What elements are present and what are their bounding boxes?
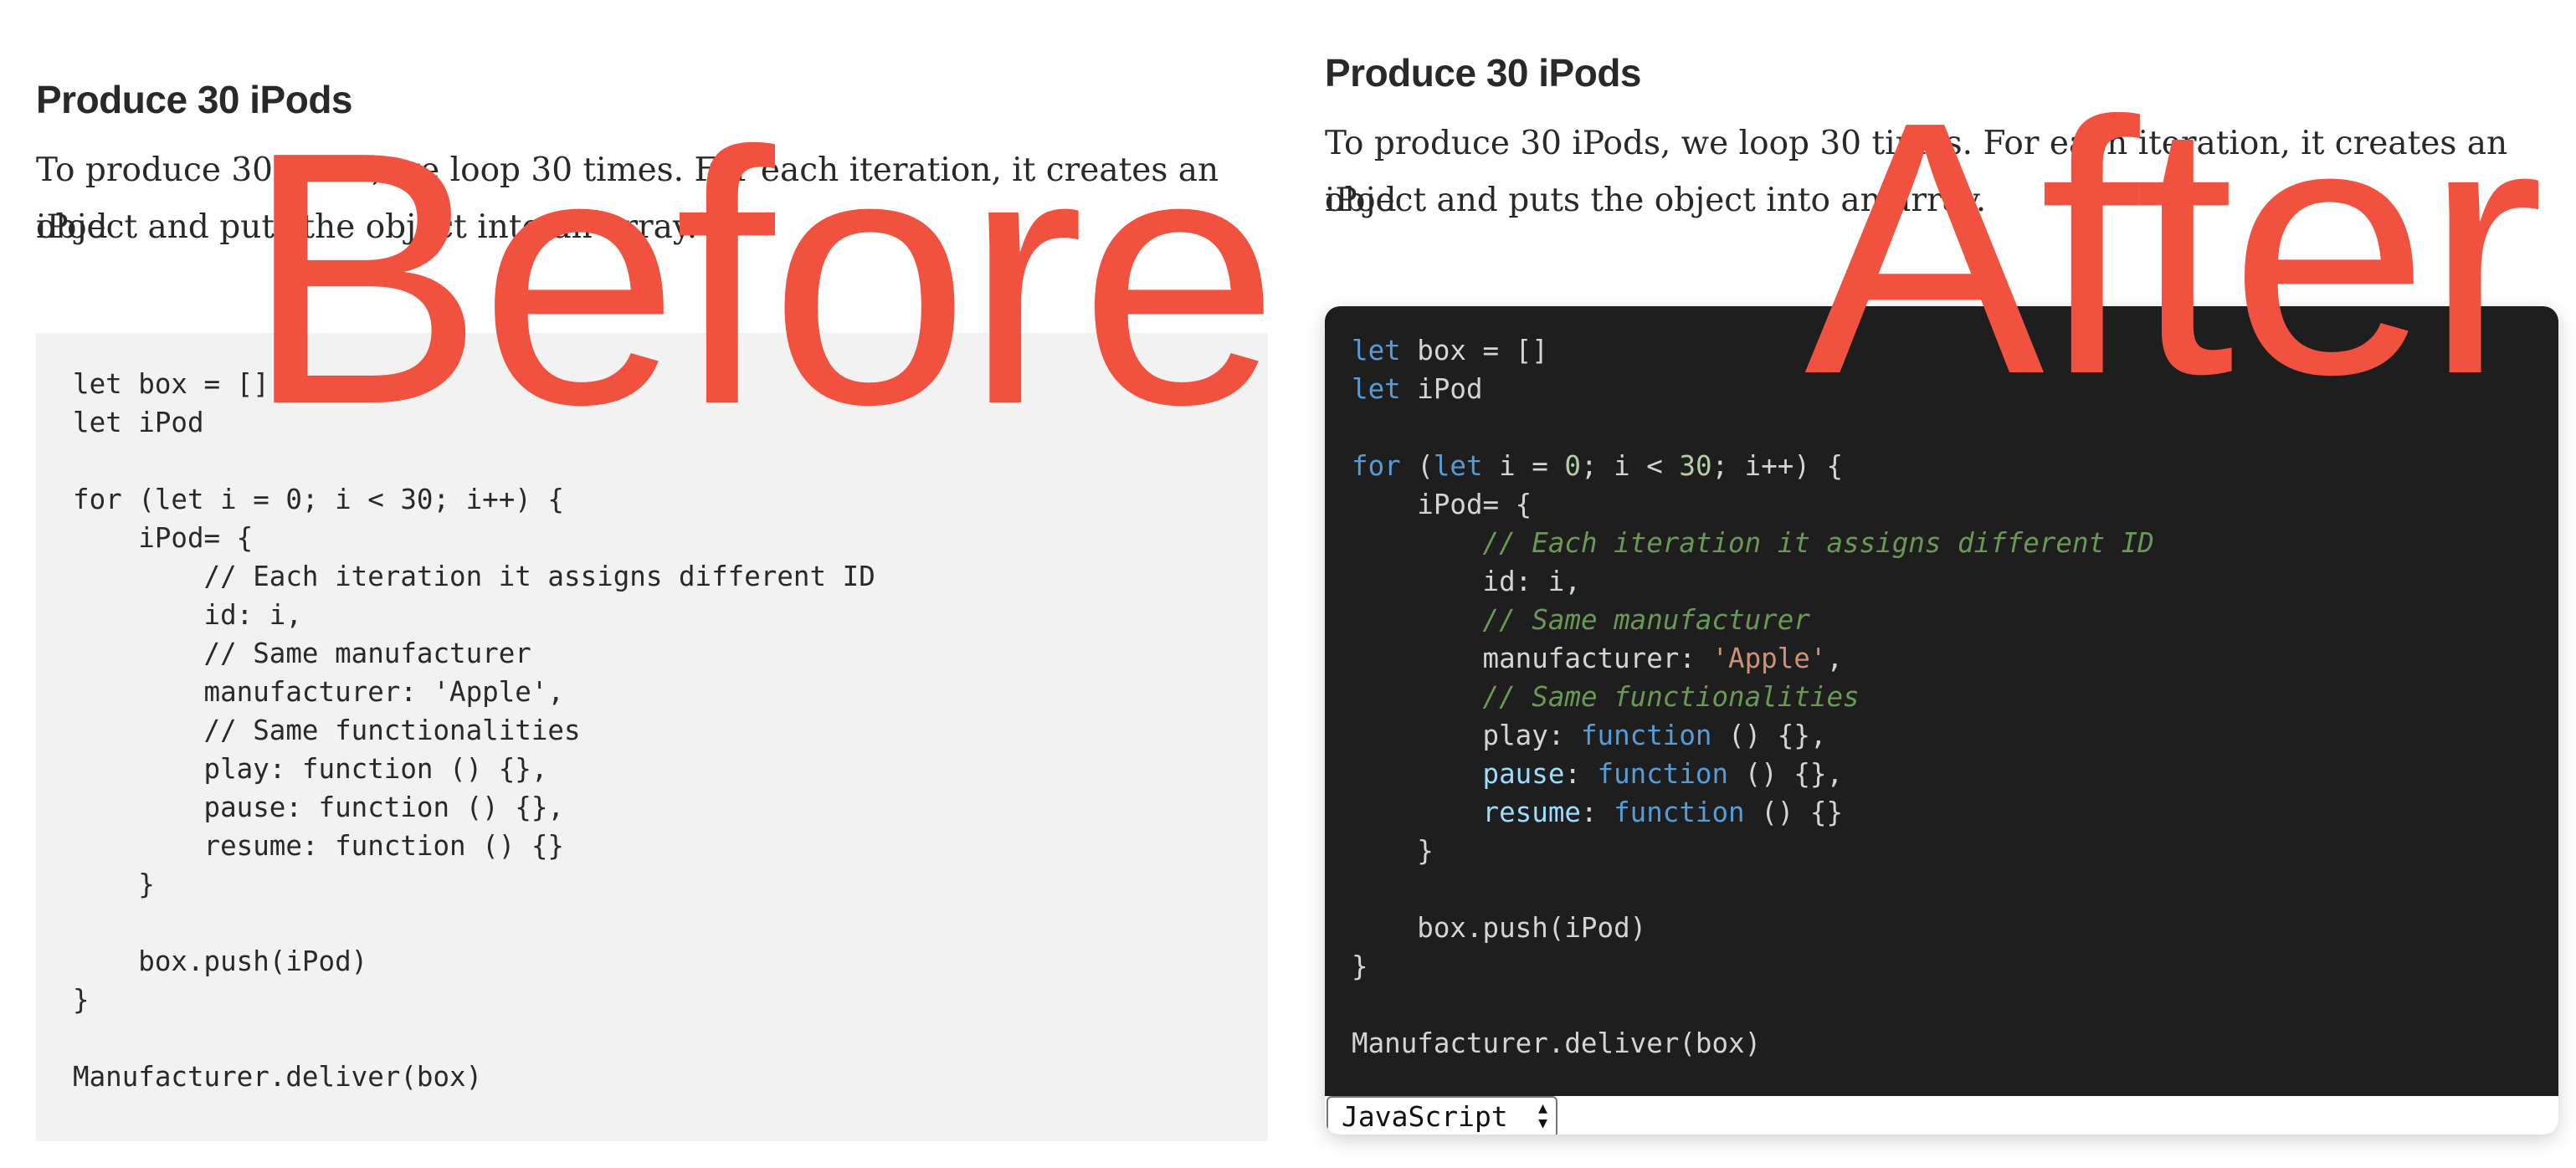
keyword: function (1597, 758, 1729, 790)
code-block-highlighted[interactable]: let box = [] let iPod for (let i = 0; i … (1325, 306, 2558, 1135)
language-select[interactable]: JavaScript ▲ ▼ (1326, 1096, 1557, 1135)
code-token: } (1352, 835, 1434, 867)
comment: // Same functionalities (1482, 681, 1860, 713)
code-token: , (1826, 643, 1844, 674)
code-token: play: (1352, 720, 1581, 751)
code-token: } (1352, 950, 1368, 982)
keyword: let (1352, 335, 1401, 366)
code-token: () {}, (1728, 758, 1844, 790)
code-text[interactable]: let box = [] let iPod for (let i = 0; i … (73, 365, 875, 1096)
keyword: for (1352, 450, 1401, 482)
code-token: ; i < (1580, 450, 1680, 482)
code-token: box = [] (1400, 335, 1548, 366)
after-panel: Produce 30 iPods To produce 30 iPods, we… (1289, 0, 2576, 1168)
before-panel: Produce 30 iPods To produce 30 iPods, we… (0, 0, 1272, 1168)
code-token: ( (1400, 450, 1434, 482)
code-token: iPod (1400, 373, 1483, 405)
page-heading: Produce 30 iPods (1325, 51, 1642, 95)
code-text[interactable]: let box = [] let iPod for (let i = 0; i … (1352, 331, 2154, 1063)
number-literal: 0 (1564, 450, 1581, 482)
property-name: pause (1482, 758, 1565, 790)
code-token: : (1580, 797, 1614, 828)
code-token: id: i, (1352, 566, 1581, 597)
string-literal: 'Apple' (1711, 643, 1827, 674)
code-token: () {} (1744, 797, 1844, 828)
page-heading: Produce 30 iPods (36, 78, 353, 121)
code-token: iPod= { (1352, 489, 1532, 520)
intro-paragraph-line-2: object and puts the object into an array… (36, 208, 698, 246)
code-block-plain[interactable]: let box = [] let iPod for (let i = 0; i … (36, 333, 1268, 1141)
keyword: function (1614, 797, 1745, 828)
chevron-down-icon: ▼ (1538, 1114, 1547, 1132)
property-name: resume (1482, 797, 1581, 828)
number-literal: 30 (1679, 450, 1712, 482)
select-arrows-icon: ▲ ▼ (1538, 1101, 1547, 1131)
comment: // Each iteration it assigns different I… (1482, 527, 2154, 559)
code-editor-area[interactable]: let box = [] let iPod for (let i = 0; i … (1325, 306, 2558, 1096)
code-token: ; i++) { (1711, 450, 1844, 482)
code-token: box.push(iPod) (1352, 912, 1647, 944)
code-token: i = (1482, 450, 1565, 482)
code-token: Manufacturer.deliver(box) (1352, 1027, 1762, 1059)
comment: // Same manufacturer (1482, 604, 1810, 636)
keyword: let (1433, 450, 1483, 482)
code-token: manufacturer: (1352, 643, 1712, 674)
keyword: function (1580, 720, 1712, 751)
keyword: let (1352, 373, 1401, 405)
language-select-value: JavaScript (1342, 1100, 1508, 1133)
code-token: () {}, (1711, 720, 1827, 751)
code-token: : (1564, 758, 1598, 790)
intro-paragraph-line-2: object and puts the object into an array… (1325, 182, 1987, 219)
